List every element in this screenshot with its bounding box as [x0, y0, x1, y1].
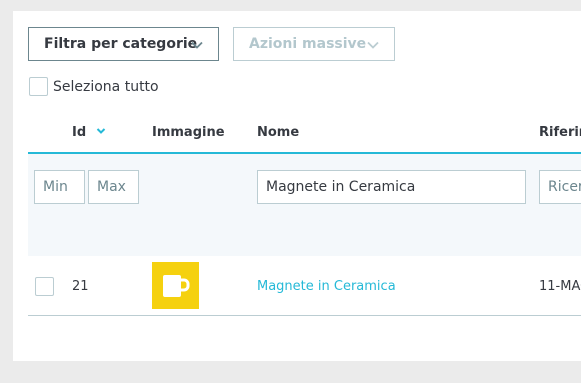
filter-by-category-button[interactable]: Filtra per categorie: [28, 27, 219, 61]
id-min-input[interactable]: Min: [34, 170, 85, 204]
row-product-name-link[interactable]: Magnete in Ceramica: [257, 278, 396, 296]
column-header-id[interactable]: Id: [72, 124, 106, 142]
row-reference: 11-MAG: [539, 279, 581, 294]
row-divider: [28, 315, 581, 316]
product-list-panel: Filtra per categorie Azioni massive Sele…: [13, 11, 581, 361]
select-all-checkbox[interactable]: [29, 77, 48, 96]
id-max-input[interactable]: Max: [88, 170, 139, 204]
column-header-name[interactable]: Nome: [257, 124, 299, 142]
chevron-down-icon: [367, 41, 379, 49]
row-id: 21: [72, 279, 89, 294]
row-select-checkbox[interactable]: [35, 277, 54, 296]
bulk-actions-button[interactable]: Azioni massive: [233, 27, 395, 61]
filter-by-category-label: Filtra per categorie: [44, 36, 198, 52]
chevron-down-icon: [191, 41, 203, 49]
name-filter-input[interactable]: Magnete in Ceramica: [257, 170, 526, 204]
select-all-label: Seleziona tutto: [53, 79, 159, 95]
column-header-image: Immagine: [152, 125, 225, 140]
column-header-reference[interactable]: Riferim: [539, 124, 581, 142]
column-header-id-label: Id: [72, 125, 87, 140]
reference-filter-input[interactable]: Ricerc: [539, 170, 581, 204]
sort-icon[interactable]: [96, 127, 106, 135]
bulk-actions-label: Azioni massive: [249, 36, 367, 52]
mug-icon: [163, 275, 190, 297]
header-divider: [28, 152, 581, 154]
product-thumbnail[interactable]: [152, 262, 199, 309]
